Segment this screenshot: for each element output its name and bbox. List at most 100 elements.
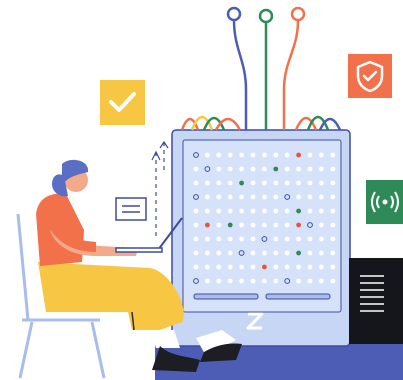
server-led [262, 194, 267, 200]
server-led [227, 152, 233, 158]
server-led [205, 208, 210, 214]
server-led [273, 180, 279, 186]
server-led [273, 208, 279, 214]
server-led [193, 264, 199, 270]
server-cable-loops [180, 115, 342, 131]
server-led [205, 222, 210, 228]
server-led [227, 208, 233, 214]
server-led [262, 222, 267, 228]
server-led [319, 180, 324, 186]
server-led [193, 208, 199, 214]
server-led [216, 180, 222, 186]
upload-arrows [151, 140, 169, 240]
server-led [330, 208, 336, 214]
server-led [296, 250, 301, 256]
server-led [205, 180, 210, 186]
server-led [239, 152, 245, 158]
server-led [193, 250, 199, 256]
dark-server-panel [349, 258, 403, 344]
server-led [262, 180, 267, 186]
server-led [273, 166, 279, 172]
server-led [227, 250, 233, 256]
server-led [284, 236, 290, 242]
shield-badge [348, 54, 392, 98]
server-led [216, 250, 222, 256]
server-led [307, 166, 313, 172]
server-led [205, 278, 210, 284]
server-led [250, 194, 256, 200]
server-led [216, 264, 222, 270]
server-led [319, 236, 324, 242]
server-led [227, 180, 233, 186]
server-led [250, 222, 256, 228]
server-led [239, 278, 245, 284]
illustration-svg [16, 6, 403, 380]
server-led [262, 208, 267, 214]
server-led [239, 264, 245, 270]
server-led [284, 152, 290, 158]
server-led [284, 250, 290, 256]
server-led [193, 236, 199, 242]
server-led [273, 222, 279, 228]
server-led [330, 264, 336, 270]
server-led [205, 250, 210, 256]
server-led [227, 166, 233, 172]
server-led [250, 208, 256, 214]
server-led [330, 250, 336, 256]
server-led [205, 264, 210, 270]
server-led [216, 152, 222, 158]
server-led [193, 166, 199, 172]
server-led [296, 278, 301, 284]
server-led [262, 278, 267, 284]
server-led [239, 194, 245, 200]
server-led [319, 278, 324, 284]
server-led [307, 236, 313, 242]
server-led [216, 208, 222, 214]
server-led [307, 250, 313, 256]
server-led [307, 208, 313, 214]
server-led [284, 166, 290, 172]
server-led [205, 236, 210, 242]
server-led [319, 166, 324, 172]
server-led [273, 264, 279, 270]
server-led [284, 208, 290, 214]
email-icon [115, 197, 147, 221]
server-led [193, 180, 199, 186]
server-led [262, 152, 267, 158]
server-led [273, 194, 279, 200]
server-led [216, 278, 222, 284]
server-led [250, 236, 256, 242]
server-led [193, 222, 199, 228]
server-led [296, 222, 301, 228]
server-led [239, 180, 245, 186]
server-led [250, 180, 256, 186]
server-led [296, 236, 301, 242]
server-led [250, 250, 256, 256]
server-led [239, 236, 245, 242]
server-led [227, 278, 233, 284]
server-led [216, 166, 222, 172]
server-led [227, 264, 233, 270]
server-led [205, 152, 210, 158]
check-badge [100, 80, 145, 125]
server-led [216, 236, 222, 242]
server-led [307, 278, 313, 284]
server-led [205, 194, 210, 200]
server-led [319, 152, 324, 158]
server-led [296, 194, 301, 200]
server-led [239, 208, 245, 214]
server-led [307, 180, 313, 186]
server-led [250, 166, 256, 172]
server-led [273, 278, 279, 284]
server-led [330, 166, 336, 172]
server-led [296, 208, 301, 214]
server-led [330, 278, 336, 284]
server-led [296, 166, 301, 172]
server-led [330, 180, 336, 186]
server-led [296, 152, 301, 158]
server-led [319, 222, 324, 228]
server-led [330, 194, 336, 200]
server-led [227, 194, 233, 200]
server-led [296, 180, 301, 186]
wifi-badge [366, 180, 403, 224]
